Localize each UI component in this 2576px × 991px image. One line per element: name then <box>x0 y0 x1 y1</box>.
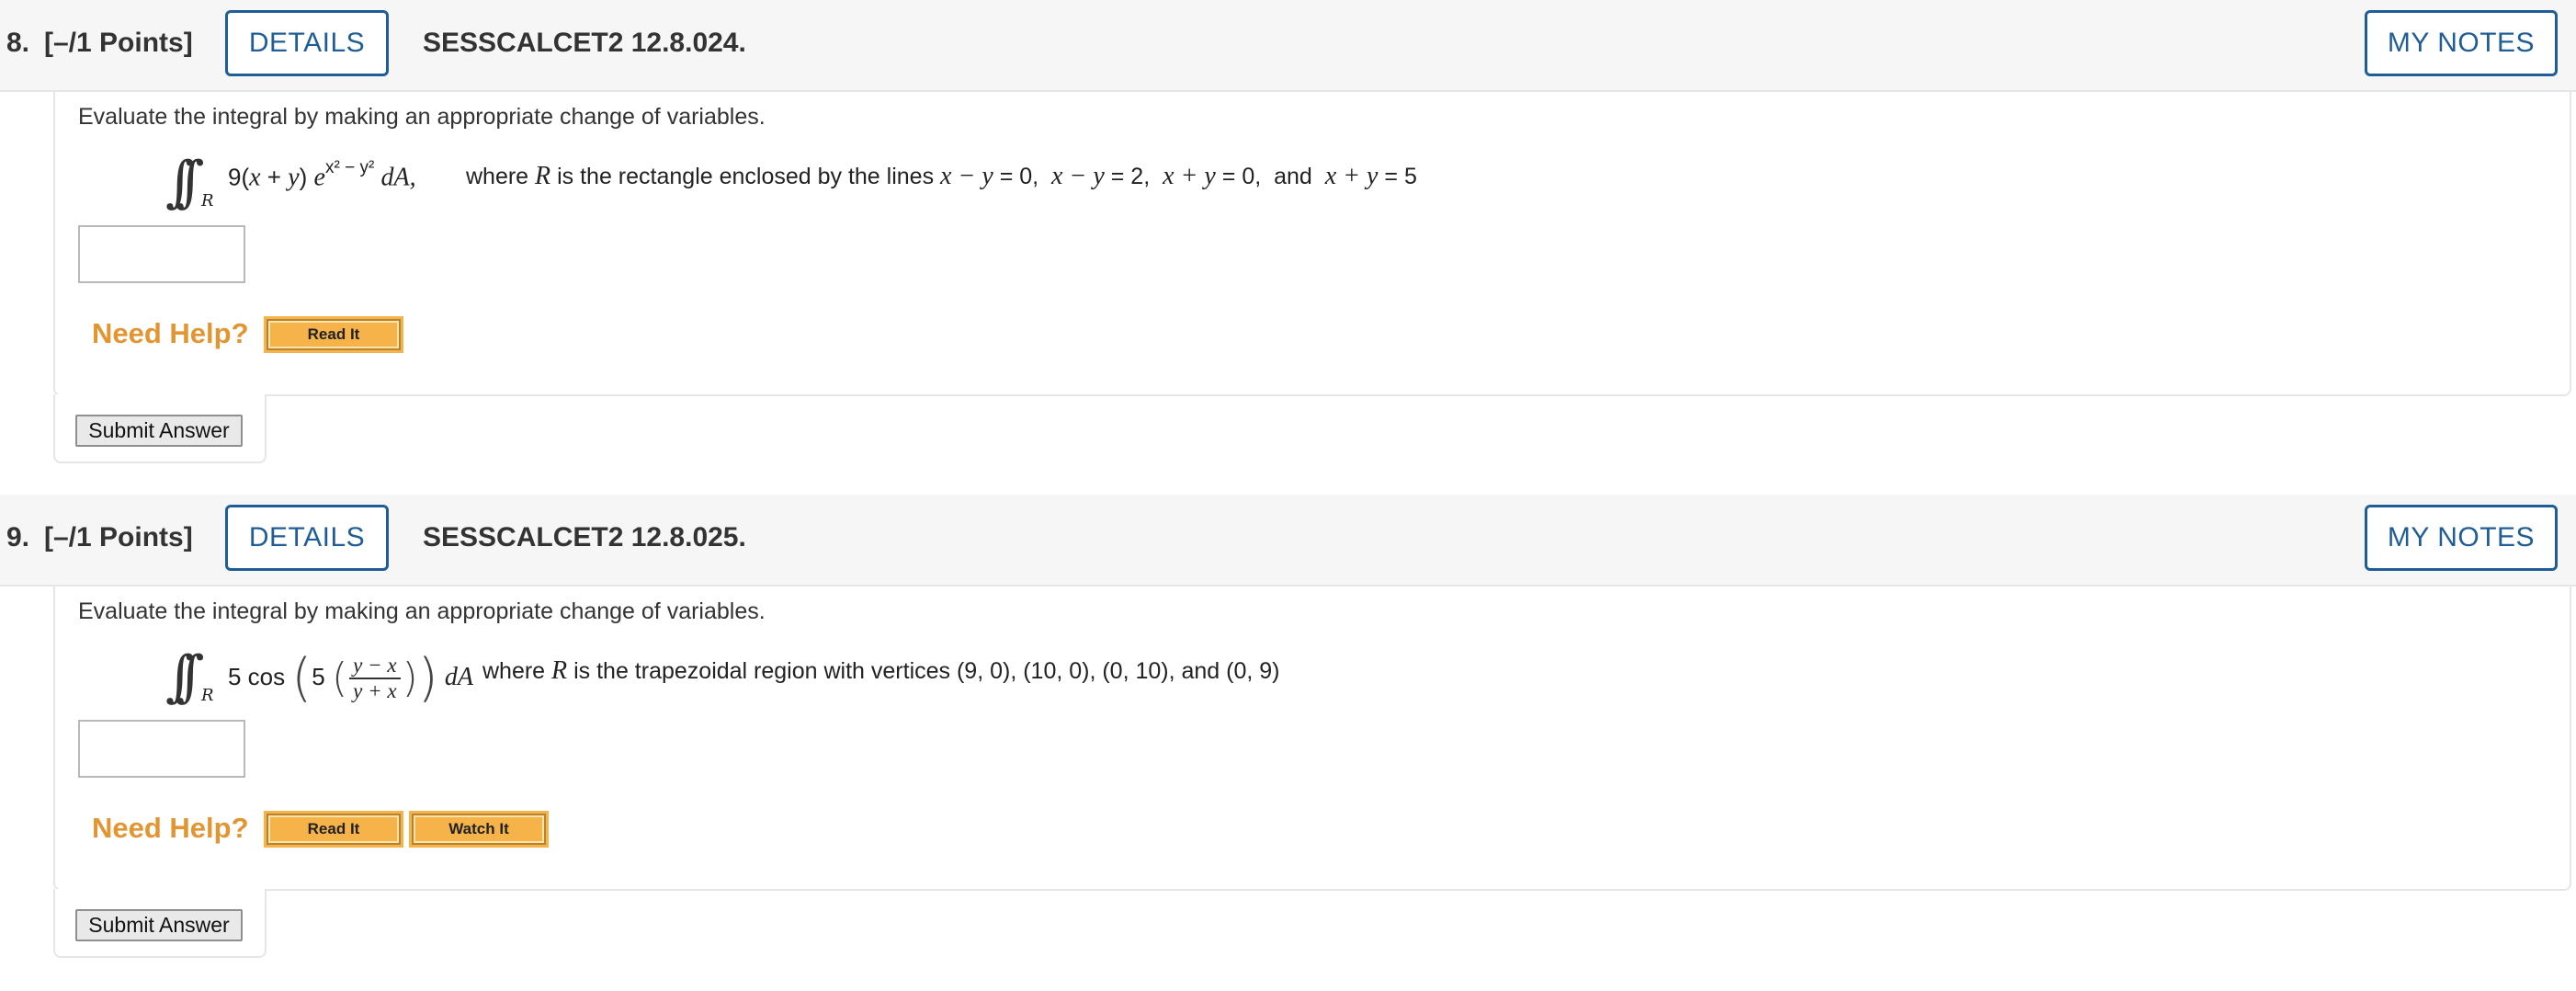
question-body <box>53 92 2571 396</box>
question-8: 8. [–/1 Points] DETAILS SESSCALCET2 12.8… <box>0 0 2576 496</box>
my-notes-button[interactable]: MY NOTES <box>2365 10 2558 76</box>
details-button[interactable]: DETAILS <box>225 10 389 76</box>
question-body <box>53 587 2571 891</box>
region-description: where R is the rectangle enclosed by the… <box>466 162 1417 190</box>
details-button[interactable]: DETAILS <box>225 505 389 571</box>
integral-region-subscript: R <box>201 686 214 705</box>
submit-answer-button[interactable]: Submit Answer <box>75 415 243 447</box>
question-9: 9. [–/1 Points] DETAILS SESSCALCET2 12.8… <box>0 495 2576 991</box>
question-prompt: Evaluate the integral by making an appro… <box>78 104 766 130</box>
question-code: SESSCALCET2 12.8.024. <box>423 28 746 58</box>
double-integral-symbol: ∫∫ <box>165 150 204 214</box>
question-points: [–/1 Points] <box>44 28 193 58</box>
question-number: 8. <box>6 28 30 58</box>
question-prompt: Evaluate the integral by making an appro… <box>78 598 766 624</box>
integral-region-subscript: R <box>201 191 214 211</box>
read-it-button[interactable]: Read It <box>264 811 403 848</box>
integrand: 9(x + y) ex² − y² dA, <box>228 158 416 192</box>
question-number: 9. <box>6 522 30 552</box>
integrand: 5 cos (5 (y − xy + x)) dA <box>228 648 473 709</box>
question-code: SESSCALCET2 12.8.025. <box>423 522 746 552</box>
question-header: 8. [–/1 Points] DETAILS SESSCALCET2 12.8… <box>0 0 2576 92</box>
fraction: y − xy + x <box>349 654 401 703</box>
integral-expression: ∫∫ R 9(x + y) ex² − y² dA, where R is th… <box>165 147 2371 217</box>
answer-input[interactable] <box>78 225 245 283</box>
submit-answer-button[interactable]: Submit Answer <box>75 909 243 941</box>
answer-input[interactable] <box>78 720 245 778</box>
double-integral-symbol: ∫∫ <box>165 644 204 709</box>
need-help-label: Need Help? <box>92 812 249 844</box>
read-it-button[interactable]: Read It <box>264 316 403 353</box>
question-points: [–/1 Points] <box>44 522 193 552</box>
region-description: where R is the trapezoidal region with v… <box>482 656 1280 685</box>
watch-it-button[interactable]: Watch It <box>409 811 549 848</box>
integral-expression: ∫∫ R 5 cos (5 (y − xy + x)) dA where R i… <box>165 642 2371 712</box>
my-notes-button[interactable]: MY NOTES <box>2365 505 2558 571</box>
question-header: 9. [–/1 Points] DETAILS SESSCALCET2 12.8… <box>0 495 2576 587</box>
need-help-label: Need Help? <box>92 317 249 349</box>
